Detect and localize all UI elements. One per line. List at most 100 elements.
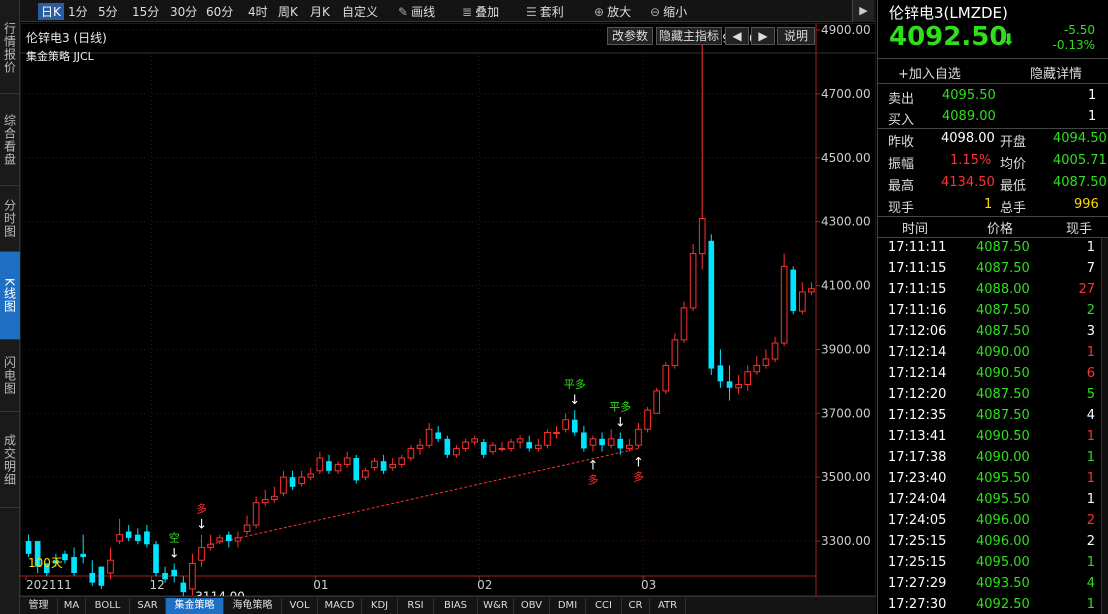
toolbar-scroll-right-button[interactable]: ▶ <box>852 0 874 22</box>
indicator-tab-9[interactable]: RSI <box>398 598 434 614</box>
tick-time: 17:27:29 <box>888 576 947 591</box>
tick-price: 4090.50 <box>976 366 1030 381</box>
candle-body <box>535 444 542 449</box>
period-tab-4[interactable]: 30分 <box>170 3 197 20</box>
candle-body <box>343 457 351 465</box>
add-to-watchlist-button[interactable]: +加入自选 <box>898 63 961 82</box>
open-label: 开盘 <box>1000 135 1027 150</box>
candle-body <box>280 476 287 494</box>
indicator-tab-16[interactable]: ATR <box>650 598 686 614</box>
left-nav-item-5[interactable]: 成交明细 <box>0 412 20 508</box>
period-tab-3[interactable]: 15分 <box>132 3 159 20</box>
left-nav-item-1[interactable]: 综合看盘 <box>0 94 20 186</box>
candle-body <box>71 557 77 573</box>
tool-button-0[interactable]: ✎ 画线 <box>398 3 435 20</box>
tick-time: 17:24:04 <box>888 492 947 507</box>
chevron-right-icon[interactable]: ▶ <box>751 27 775 45</box>
high-low-row: 最高 4134.50 最低 4087.50 <box>878 173 1108 194</box>
candle-body <box>489 444 497 453</box>
indicator-tab-1[interactable]: MA <box>58 598 86 614</box>
period-tab-7[interactable]: 周K <box>278 3 298 20</box>
zoom-out-icon: ⊖ <box>650 5 661 19</box>
indicator-tab-0[interactable]: 管理 <box>20 598 58 614</box>
arrow-down-icon: ↓ <box>169 546 180 561</box>
indicator-tab-5[interactable]: 海龟策略 <box>224 598 282 614</box>
tick-price: 4090.00 <box>976 345 1030 360</box>
candle-body <box>635 428 642 446</box>
kline-chart[interactable]: 3300.00 3500.00 3700.00 3900.00 4100.00 4300.… <box>20 23 876 596</box>
price-change: -5.50 <box>1063 23 1095 37</box>
x-tick-label: 02 <box>477 578 492 592</box>
ticks-scrollbar[interactable] <box>1101 238 1108 614</box>
indicator-tab-7[interactable]: MACD <box>318 598 362 614</box>
left-nav-item-4[interactable]: 闪电图 <box>0 340 20 412</box>
candle-body <box>507 441 515 449</box>
indicator-tab-3[interactable]: SAR <box>130 598 166 614</box>
chart-canvas[interactable]: 3300.00 3500.00 3700.00 3900.00 4100.00 4300.… <box>20 23 876 596</box>
tool-button-2[interactable]: ☰ 套利 <box>526 3 564 20</box>
tool-label: 叠加 <box>475 5 500 19</box>
indicator-tab-12[interactable]: OBV <box>514 598 550 614</box>
ticks-header-price: 价格 <box>987 222 1014 237</box>
indicator-tab-14[interactable]: CCI <box>586 598 622 614</box>
period-tab-1[interactable]: 1分 <box>68 3 88 20</box>
period-tab-6[interactable]: 4时 <box>248 3 268 20</box>
hide-main-indicator-button[interactable]: 隐藏主指标 <box>656 27 722 45</box>
candle-body <box>526 442 533 449</box>
total-vol-label: 总手 <box>1000 201 1027 216</box>
candle-body <box>708 240 715 369</box>
candle-body <box>607 438 615 446</box>
tick-price: 4090.00 <box>976 450 1030 465</box>
edit-params-button[interactable]: 改参数 <box>607 27 653 45</box>
x-tick-label: 01 <box>313 578 328 592</box>
tick-price: 4095.00 <box>976 555 1030 570</box>
candle-body <box>562 419 569 430</box>
total-vol-value: 996 <box>1074 197 1099 212</box>
tick-price: 4087.50 <box>976 240 1030 255</box>
tick-time: 17:11:15 <box>888 261 947 276</box>
tick-row: 17:12:20 4087.50 5 <box>878 385 1108 406</box>
avg-label: 均价 <box>1000 157 1027 172</box>
indicator-tab-15[interactable]: CR <box>622 598 650 614</box>
candle-body <box>116 534 123 542</box>
indicator-tab-2[interactable]: BOLL <box>86 598 130 614</box>
arrow-down-icon: ↓ <box>569 393 580 408</box>
candle-body <box>380 461 387 471</box>
tick-row: 17:27:30 4092.50 1 <box>878 595 1108 614</box>
tick-time: 17:23:40 <box>888 471 947 486</box>
period-tab-5[interactable]: 60分 <box>206 3 233 20</box>
candle-body <box>316 457 324 472</box>
signal-label: 平多 <box>564 377 586 391</box>
tool-button-4[interactable]: ⊖ 缩小 <box>650 3 687 20</box>
pen-icon: ✎ <box>398 5 409 19</box>
candle-body <box>599 438 605 446</box>
high-value: 4134.50 <box>941 175 995 190</box>
chevron-left-icon[interactable]: ◀ <box>725 27 749 45</box>
tool-button-1[interactable]: ≣ 叠加 <box>462 3 499 20</box>
candle-body <box>234 537 242 542</box>
arrow-down-icon: ↓ <box>196 518 207 533</box>
tick-vol: 6 <box>1086 366 1095 381</box>
hide-detail-button[interactable]: 隐藏详情 <box>1030 63 1082 82</box>
indicator-tab-10[interactable]: BIAS <box>434 598 478 614</box>
help-button[interactable]: 说明 <box>777 27 815 45</box>
indicator-tab-6[interactable]: VOL <box>282 598 318 614</box>
left-nav-item-3[interactable]: K线图 <box>0 252 20 340</box>
period-tab-8[interactable]: 月K <box>310 3 330 20</box>
period-tab-9[interactable]: 自定义 <box>342 3 378 20</box>
candle-body <box>462 441 469 449</box>
indicator-tab-11[interactable]: W&R <box>478 598 514 614</box>
tick-row: 17:24:04 4095.50 1 <box>878 490 1108 511</box>
candle-body <box>444 438 451 455</box>
left-nav-item-0[interactable]: 行情报价 <box>0 2 20 94</box>
candle-body <box>326 461 332 471</box>
period-tab-0[interactable]: 日K <box>38 3 64 20</box>
left-nav-item-2[interactable]: 分时图 <box>0 186 20 252</box>
indicator-tab-13[interactable]: DMI <box>550 598 586 614</box>
indicator-tab-8[interactable]: KDJ <box>362 598 398 614</box>
signal-label: 平多 <box>609 399 631 413</box>
tool-button-3[interactable]: ⊕ 放大 <box>594 3 631 20</box>
indicator-tab-4[interactable]: 集金策略 <box>166 598 224 614</box>
period-tab-2[interactable]: 5分 <box>98 3 118 20</box>
candle-body <box>589 438 597 446</box>
